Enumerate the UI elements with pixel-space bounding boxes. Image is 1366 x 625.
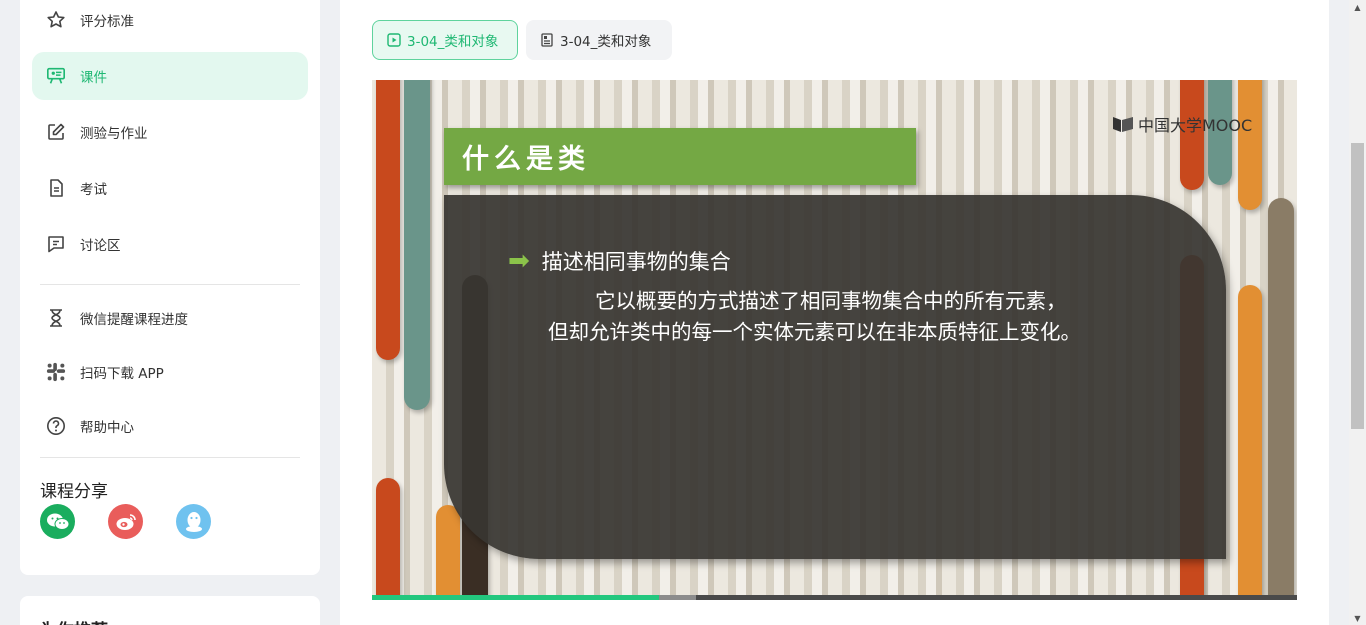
sidebar-item-help[interactable]: 帮助中心 bbox=[32, 402, 308, 450]
progress-played bbox=[372, 595, 659, 600]
recommend-card: 为你推荐 bbox=[20, 596, 320, 625]
sidebar-divider bbox=[40, 284, 300, 285]
slide-title-banner: 什么是类 bbox=[444, 128, 916, 185]
sidebar-item-grading[interactable]: 评分标准 bbox=[32, 0, 308, 44]
decor-bar bbox=[404, 80, 430, 410]
mooc-logo-icon bbox=[1113, 117, 1133, 132]
decor-bar bbox=[376, 80, 400, 360]
sidebar-item-label: 测验与作业 bbox=[80, 126, 148, 142]
decor-bar bbox=[376, 478, 400, 600]
sidebar-item-label: 考试 bbox=[80, 182, 107, 198]
tab-label: 3-04_类和对象 bbox=[560, 34, 652, 50]
hourglass-icon bbox=[46, 308, 66, 328]
qq-share-icon[interactable] bbox=[176, 504, 211, 539]
sidebar-item-label: 微信提醒课程进度 bbox=[80, 312, 188, 328]
slide-title: 什么是类 bbox=[462, 144, 590, 175]
scrollbar-thumb[interactable] bbox=[1351, 143, 1364, 429]
sidebar-item-quiz[interactable]: 测验与作业 bbox=[32, 108, 308, 156]
sidebar-divider bbox=[40, 457, 300, 458]
decor-bar bbox=[1238, 285, 1262, 600]
video-progress-bar[interactable] bbox=[372, 595, 1297, 600]
edit-icon bbox=[46, 122, 66, 142]
sidebar-item-download-app[interactable]: 扫码下载 APP bbox=[32, 348, 308, 396]
decor-bar bbox=[1238, 80, 1262, 210]
weibo-share-icon[interactable] bbox=[108, 504, 143, 539]
sidebar-item-discussion[interactable]: 讨论区 bbox=[32, 220, 308, 268]
presentation-icon bbox=[46, 66, 66, 86]
decor-bar bbox=[1268, 198, 1294, 600]
sidebar-item-courseware[interactable]: 课件 bbox=[32, 52, 308, 100]
sidebar-item-exam[interactable]: 考试 bbox=[32, 164, 308, 212]
document-icon bbox=[46, 178, 66, 198]
document-icon bbox=[540, 33, 554, 47]
wechat-share-icon[interactable] bbox=[40, 504, 75, 539]
chat-icon bbox=[46, 234, 66, 254]
scroll-down-icon[interactable]: ▼ bbox=[1349, 611, 1366, 625]
sidebar-item-label: 课件 bbox=[80, 70, 107, 86]
star-icon bbox=[46, 10, 66, 30]
tab-document[interactable]: 3-04_类和对象 bbox=[526, 20, 672, 60]
sidebar-item-label: 帮助中心 bbox=[80, 420, 134, 436]
sidebar-item-label: 评分标准 bbox=[80, 14, 134, 30]
recommend-title: 为你推荐 bbox=[40, 616, 108, 625]
description-line: 但却允许类中的每一个实体元素可以在非本质特征上变化。 bbox=[548, 320, 1081, 344]
app-icon bbox=[46, 362, 66, 382]
logo-text: 中国大学MOOC bbox=[1138, 116, 1253, 135]
mooc-logo: 中国大学MOOC bbox=[1112, 112, 1252, 136]
main-content: 3-04_类和对象 3-04_类和对象 什么是类 中国大学MOOC ➡ 描述相同… bbox=[340, 0, 1329, 625]
sidebar-item-label: 讨论区 bbox=[80, 238, 121, 254]
page-scrollbar[interactable]: ▲ ▼ bbox=[1349, 0, 1366, 625]
tab-label: 3-04_类和对象 bbox=[407, 34, 499, 50]
share-title: 课程分享 bbox=[40, 482, 108, 502]
video-player[interactable]: 什么是类 中国大学MOOC ➡ 描述相同事物的集合 它以概要的方式描述了相同事物… bbox=[372, 80, 1297, 600]
progress-buffered bbox=[659, 595, 696, 600]
description-line: 它以概要的方式描述了相同事物集合中的所有元素， bbox=[595, 289, 1067, 313]
play-icon bbox=[387, 33, 401, 47]
bullet-text: 描述相同事物的集合 bbox=[541, 250, 731, 274]
course-sidebar: 评分标准 课件 测验与作业 考试 讨论区 微信提醒课程进度 扫码下载 APP 帮… bbox=[20, 0, 320, 575]
sidebar-item-label: 扫码下载 APP bbox=[80, 366, 164, 382]
decor-bar bbox=[436, 505, 460, 600]
slide-bullet: ➡ 描述相同事物的集合 bbox=[508, 246, 731, 276]
sidebar-item-wechat-reminder[interactable]: 微信提醒课程进度 bbox=[32, 294, 308, 342]
scroll-up-icon[interactable]: ▲ bbox=[1349, 0, 1366, 14]
arrow-right-icon: ➡ bbox=[508, 246, 530, 276]
help-icon bbox=[46, 416, 66, 436]
slide-description: 它以概要的方式描述了相同事物集合中的所有元素， 但却允许类中的每一个实体元素可以… bbox=[548, 286, 1081, 348]
tab-video[interactable]: 3-04_类和对象 bbox=[372, 20, 518, 60]
